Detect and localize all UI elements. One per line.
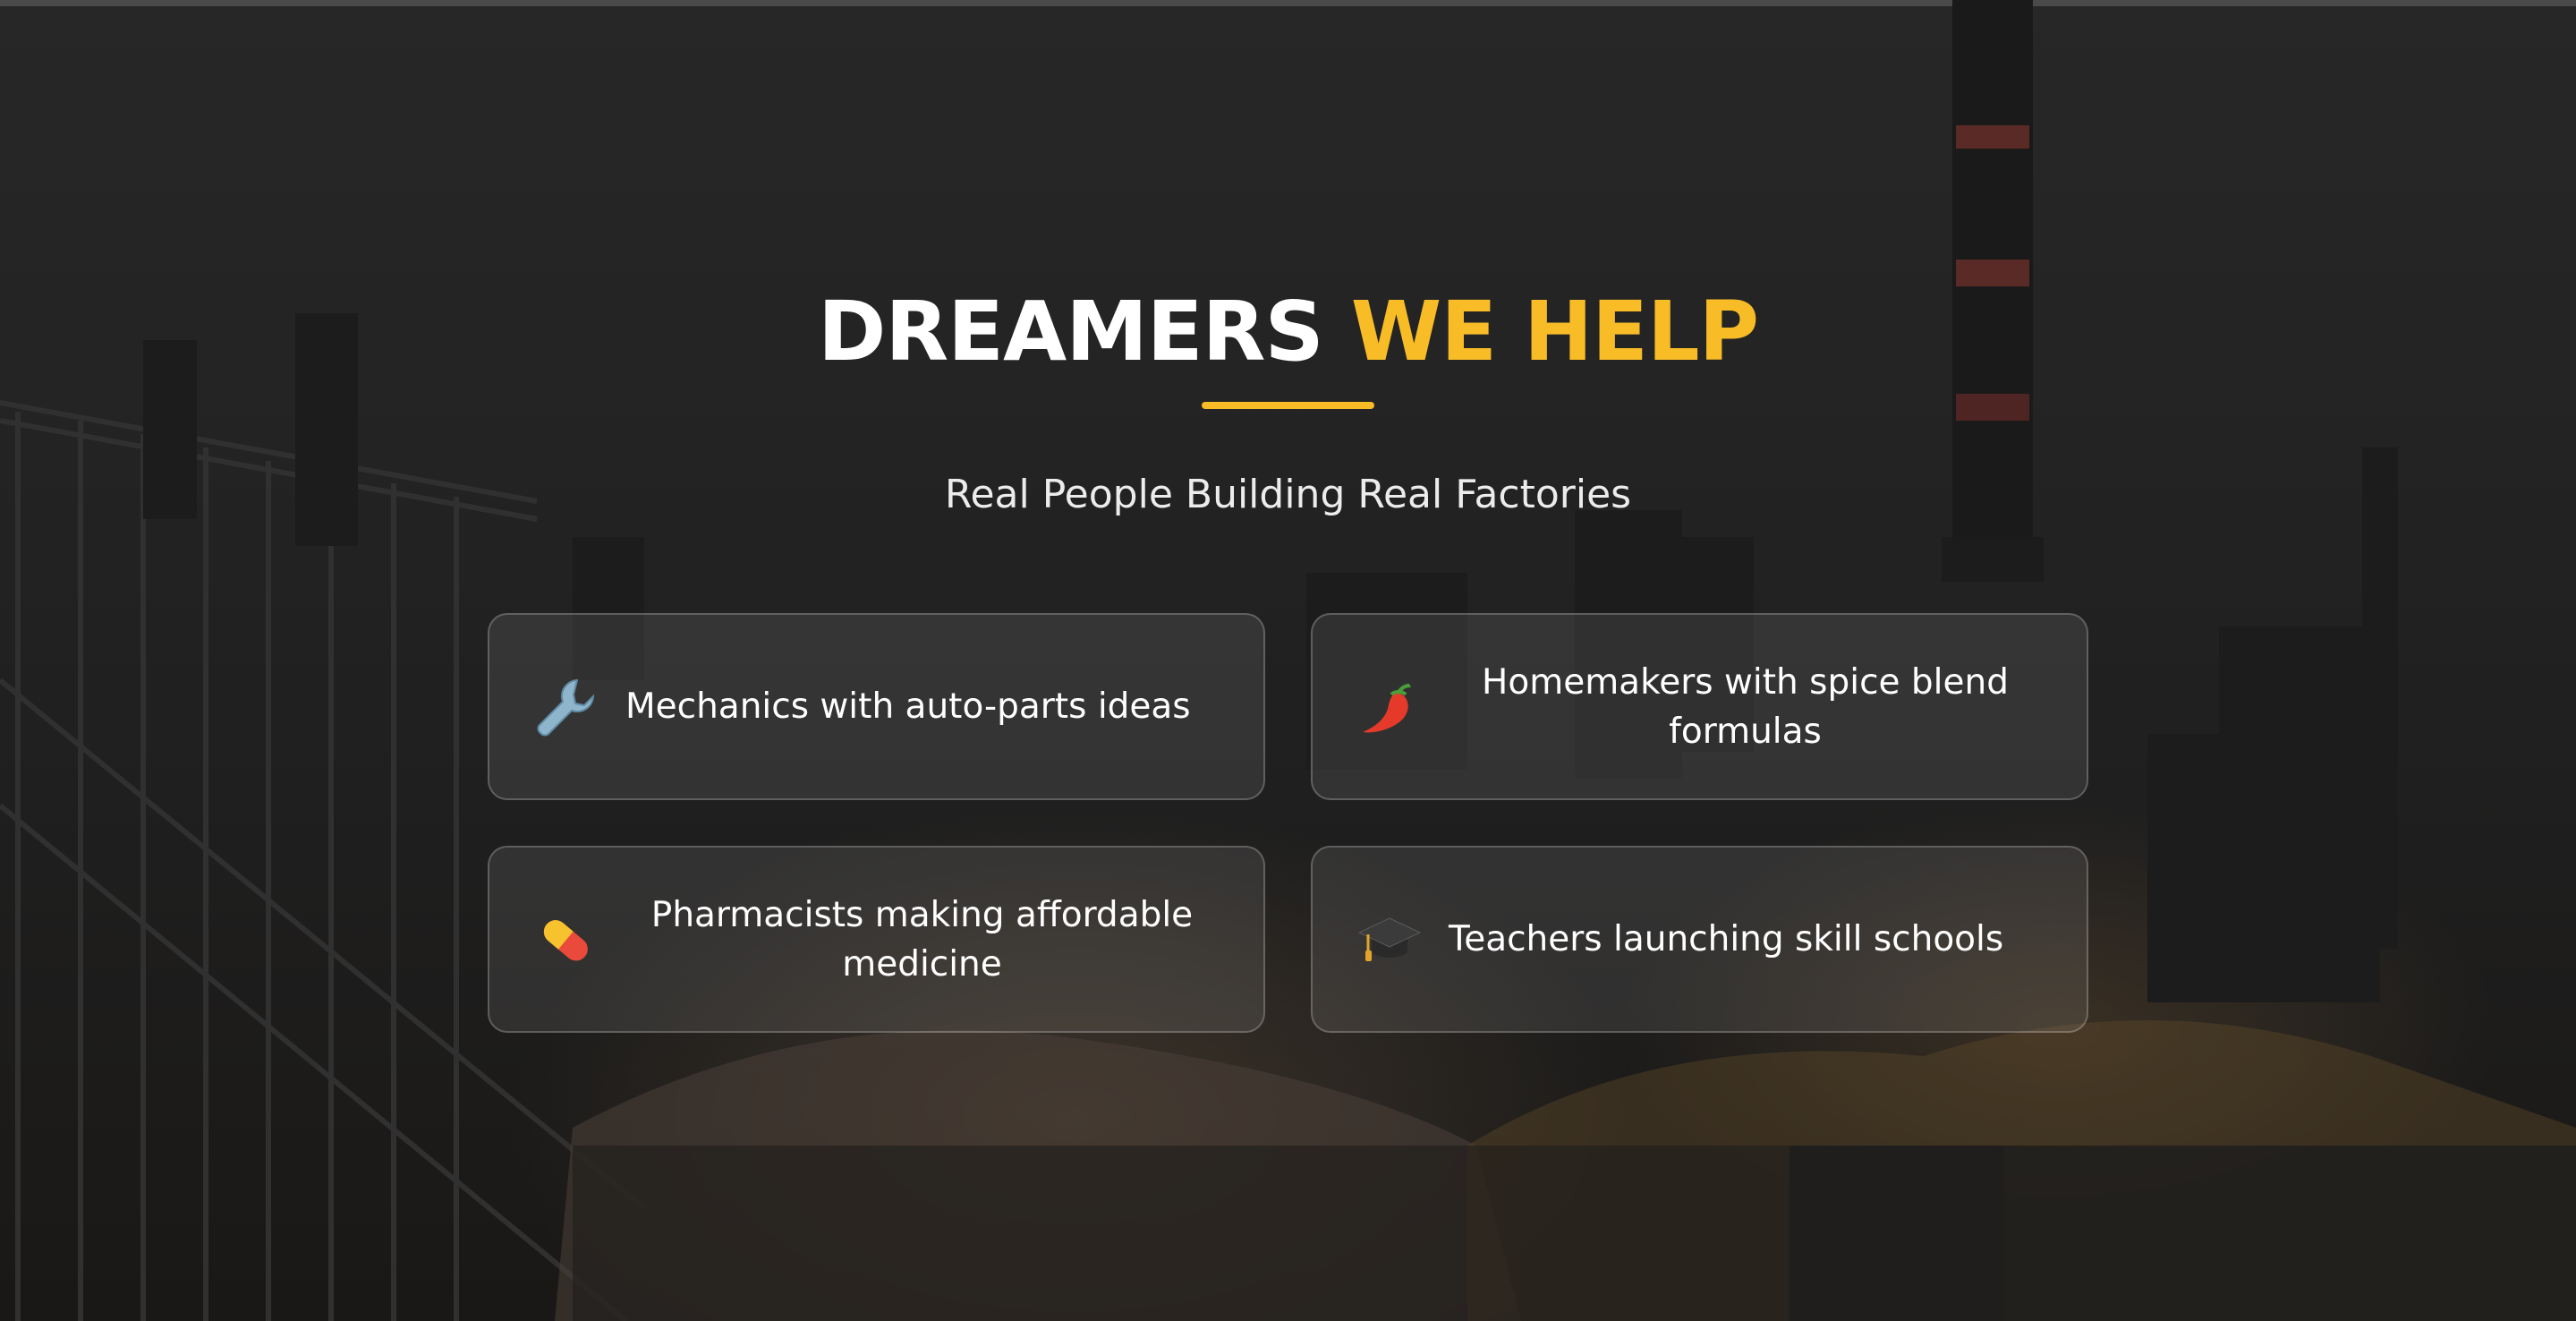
dreamers-section: DREAMERS WE HELP Real People Building Re… (0, 0, 2576, 1321)
card-teachers: Teachers launching skill schools (1311, 846, 2088, 1033)
card-pharmacists: Pharmacists making affordable medicine (488, 846, 1265, 1033)
section-title-accent: WE HELP (1350, 284, 1759, 379)
card-label: Pharmacists making affordable medicine (650, 894, 1194, 984)
graduation-cap-icon (1357, 908, 1422, 972)
card-label: Teachers launching skill schools (1449, 919, 2004, 959)
section-subtitle: Real People Building Real Factories (944, 472, 1632, 517)
title-underline (1202, 402, 1374, 409)
section-title-main: DREAMERS (817, 284, 1324, 379)
wrench-icon (534, 675, 599, 739)
card-homemakers: Homemakers with spice blend formulas (1311, 613, 2088, 800)
card-label: Mechanics with auto-parts ideas (625, 686, 1191, 727)
section-title: DREAMERS WE HELP (0, 285, 2576, 379)
factory-background-image (0, 0, 2576, 1321)
card-label: Homemakers with spice blend formulas (1482, 661, 2009, 752)
chili-pepper-icon (1357, 675, 1422, 739)
pill-icon (534, 908, 599, 972)
card-mechanics: Mechanics with auto-parts ideas (488, 613, 1265, 800)
